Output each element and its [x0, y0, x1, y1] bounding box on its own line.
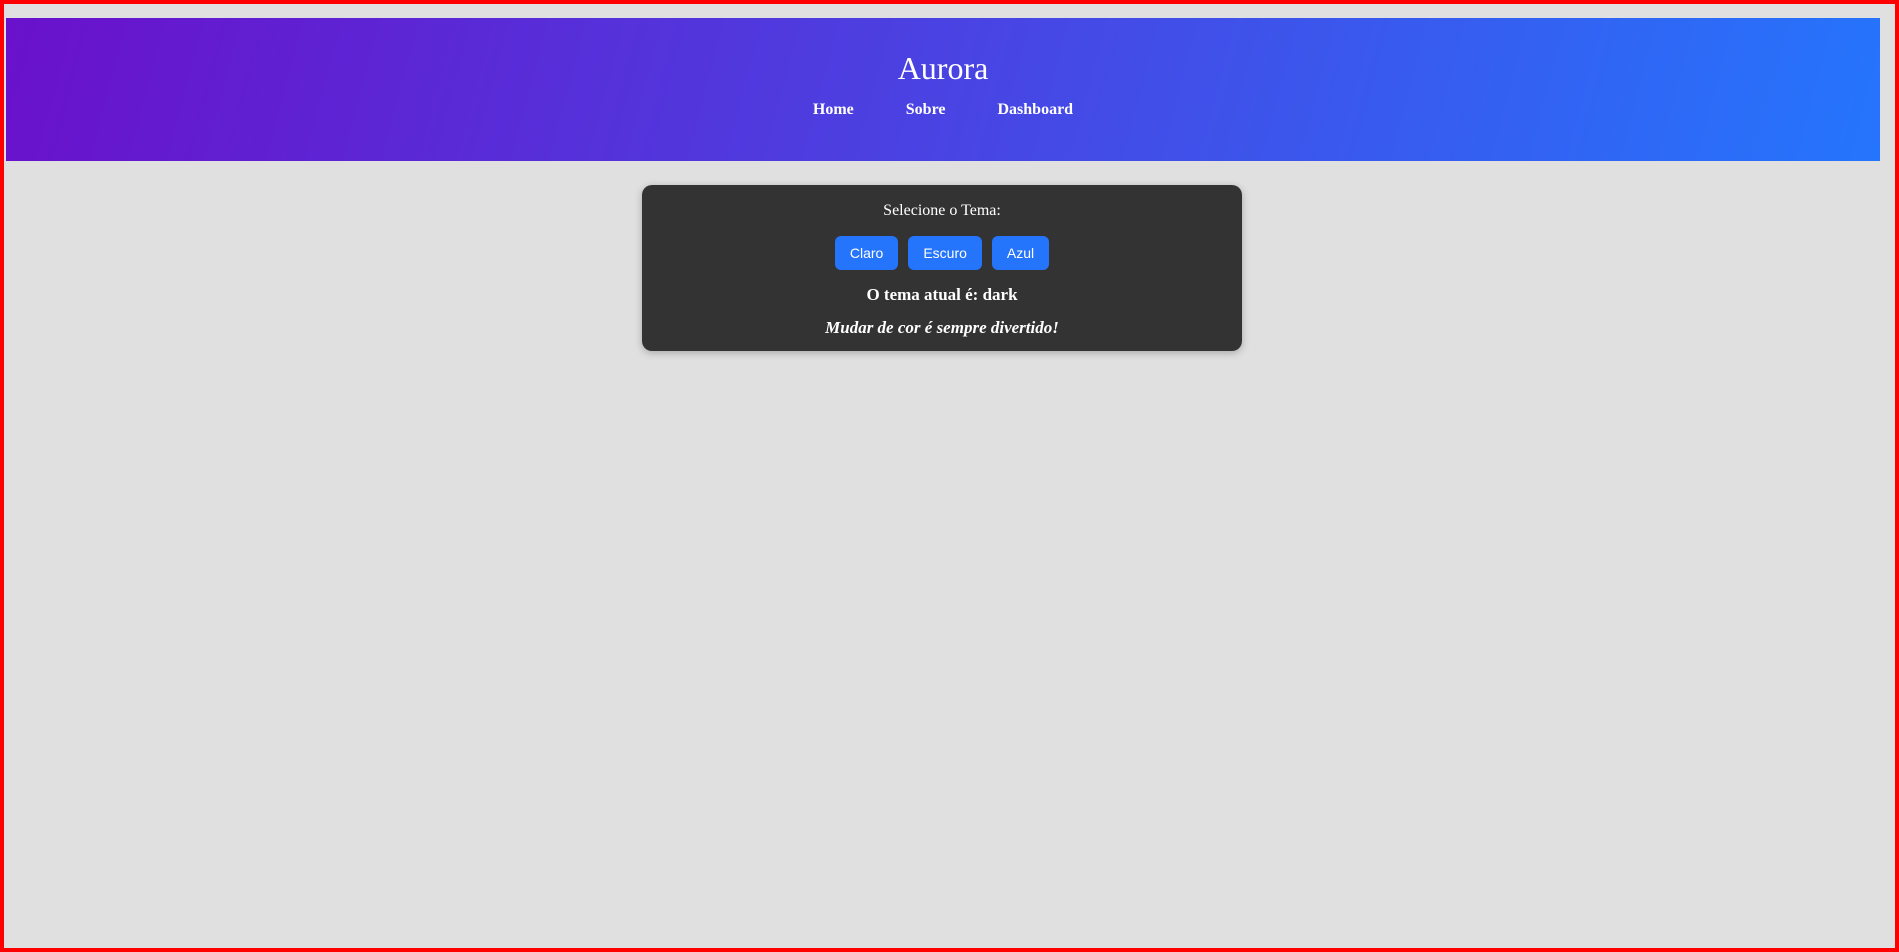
nav-link-sobre[interactable]: Sobre: [880, 100, 972, 120]
theme-selector-card: Selecione o Tema: Claro Escuro Azul O te…: [642, 185, 1242, 351]
theme-tagline: Mudar de cor é sempre divertido!: [825, 318, 1059, 337]
theme-select-label: Selecione o Tema:: [883, 202, 1001, 219]
theme-button-azul[interactable]: Azul: [991, 236, 1050, 270]
app-title: Aurora: [897, 50, 989, 86]
nav-link-home[interactable]: Home: [787, 100, 880, 120]
current-theme-text: O tema atual é: dark: [866, 285, 1018, 304]
main-nav: Home Sobre Dashboard: [6, 100, 1880, 120]
nav-link-dashboard[interactable]: Dashboard: [972, 100, 1100, 120]
theme-button-group: Claro Escuro Azul: [642, 236, 1242, 270]
theme-button-escuro[interactable]: Escuro: [908, 236, 982, 270]
app-header: Aurora Home Sobre Dashboard: [6, 18, 1880, 161]
theme-button-claro[interactable]: Claro: [834, 236, 899, 270]
